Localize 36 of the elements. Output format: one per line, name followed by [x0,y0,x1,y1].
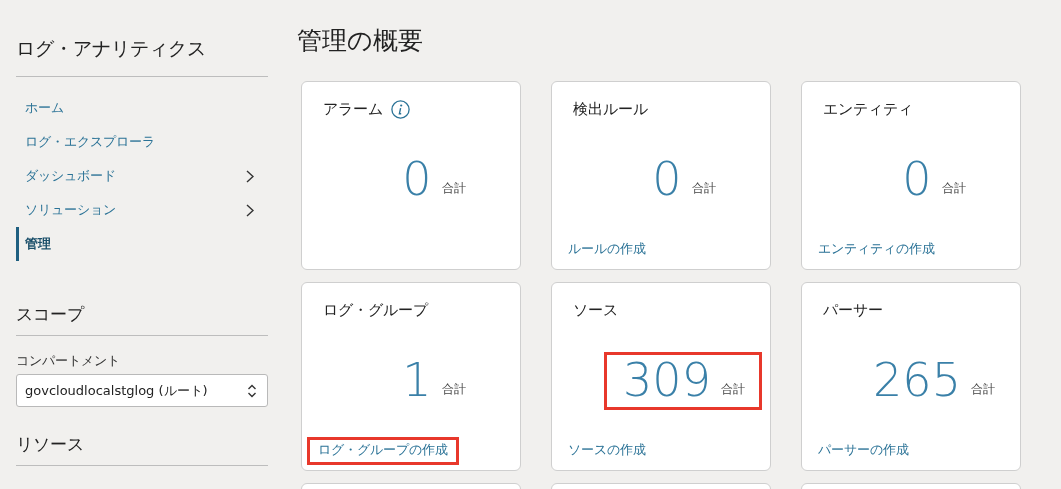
total-count: 0 [902,155,932,202]
nav-item[interactable]: ソリューション [16,193,268,227]
total-label: 合計 [691,179,716,197]
up-down-icon [247,383,257,398]
field-label: コンパートメント [16,352,121,370]
total-count: 265 [873,356,961,403]
total-count: 0 [652,155,682,202]
total-count: 1 [402,356,432,403]
section-heading: スコープ [16,303,86,326]
compartment-select[interactable]: govcloudlocalstglog (ルート) [16,374,268,407]
app-title: ログ・アナリティクス [16,36,207,61]
info-icon[interactable] [391,99,410,119]
total-label: 合計 [441,179,466,197]
nav-item[interactable]: 管理 [16,227,268,261]
create-link[interactable]: ログ・グループの作成 [310,440,456,462]
create-link[interactable]: パーサーの作成 [810,440,917,462]
total-label: 合計 [941,179,966,197]
total-label: 合計 [720,380,745,398]
section-heading: リソース [16,433,85,456]
card-title: アラーム [323,99,383,119]
create-link[interactable]: ルールの作成 [560,239,654,261]
card-title: ソース [573,300,618,320]
total-count: 309 [623,356,711,403]
nav-item[interactable]: ダッシュボード [16,159,268,193]
page-title: 管理の概要 [297,25,424,57]
nav-item[interactable]: ホーム [16,91,268,125]
card-title: エンティティ [823,99,913,119]
create-link[interactable]: ソースの作成 [560,440,654,462]
card-title: ログ・グループ [323,300,428,320]
create-link[interactable]: エンティティの作成 [810,239,943,261]
nav-item[interactable]: ログ・エクスプローラ [16,125,268,159]
total-label: 合計 [970,380,995,398]
total-label: 合計 [441,380,466,398]
total-count: 0 [402,155,432,202]
card-title: パーサー [823,300,883,320]
card-title: 検出ルール [573,99,648,119]
